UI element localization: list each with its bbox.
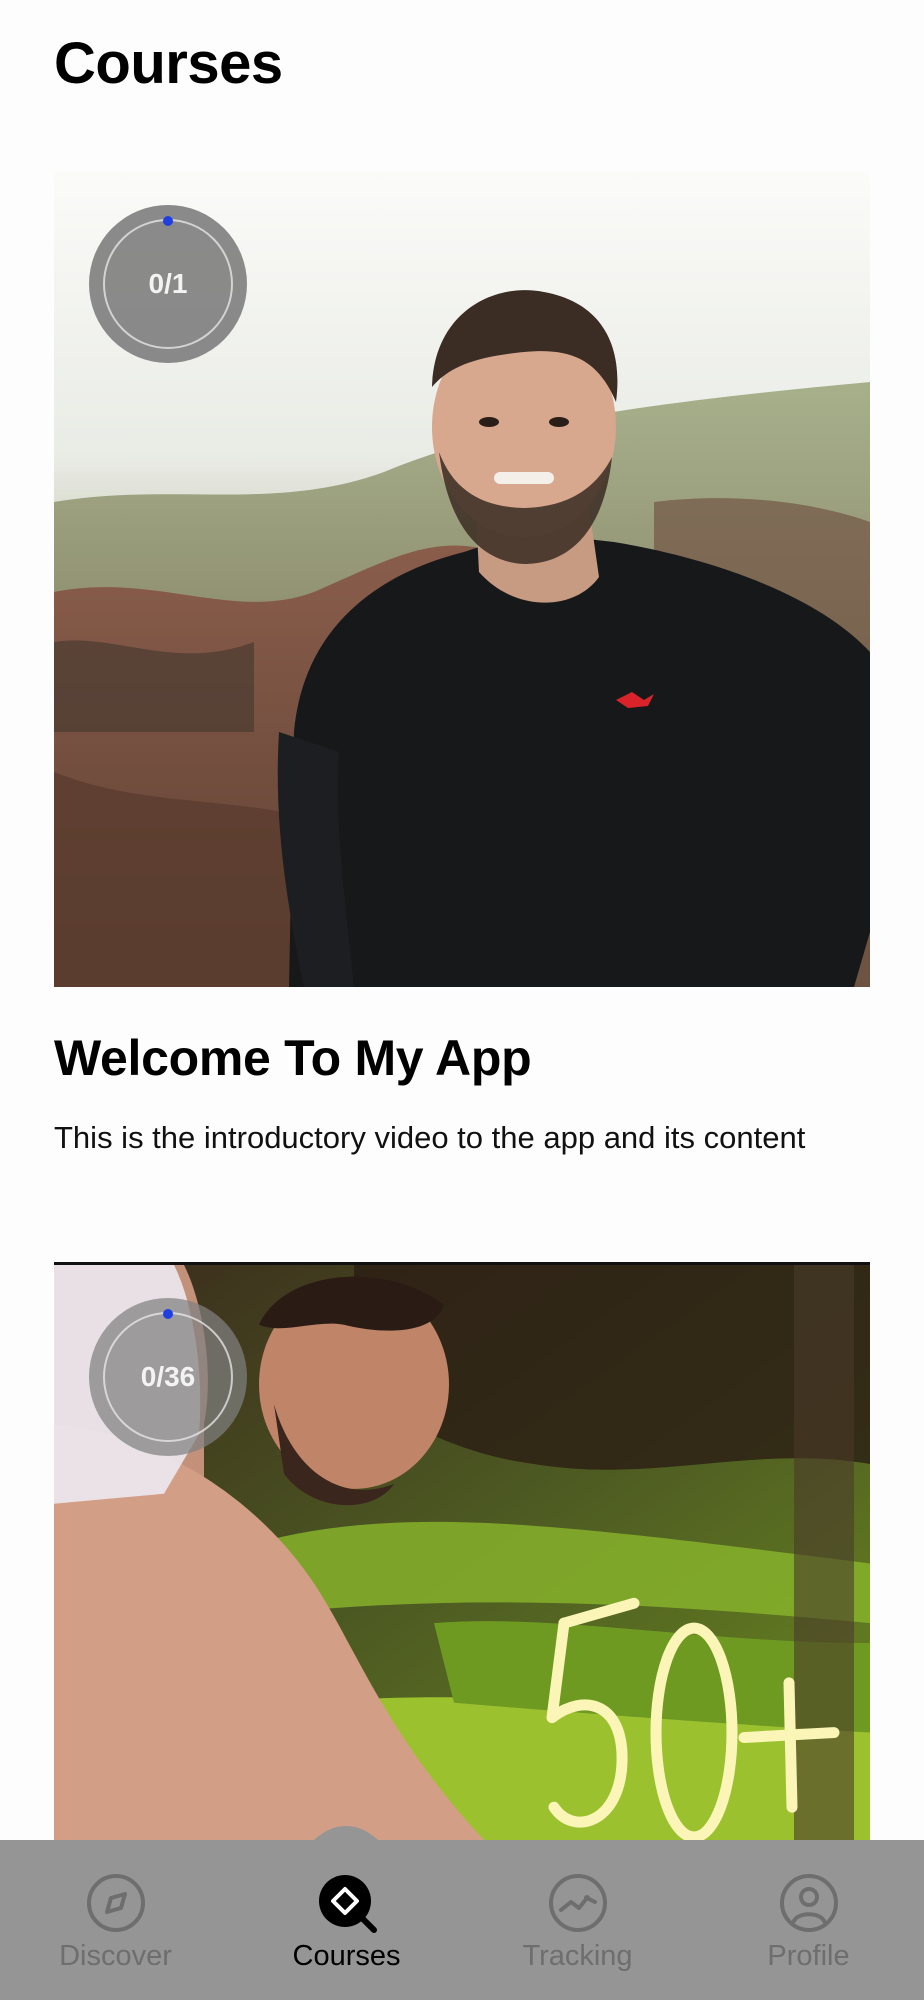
progress-label: 0/36 (140, 1361, 196, 1392)
course-card-second[interactable]: 0/36 (54, 1262, 870, 1840)
compass-icon (86, 1874, 145, 1932)
nav-item-profile[interactable]: Profile (693, 1840, 924, 2000)
course-title: Welcome To My App (54, 1030, 532, 1086)
course-card-welcome[interactable]: 0/1 Welcome To My App This is the introd… (54, 172, 870, 1162)
bottom-navigation: Discover Courses Tracking Profile (0, 1826, 924, 2000)
profile-icon (779, 1874, 838, 1932)
tracking-icon (548, 1874, 607, 1932)
page-title: Courses (54, 31, 283, 96)
progress-label: 0/1 (148, 268, 188, 299)
course-thumbnail[interactable]: 0/1 (54, 172, 870, 987)
course-progress-ring: 0/36 (89, 1298, 247, 1456)
nav-label-tracking: Tracking (522, 1940, 633, 1972)
nav-label-discover: Discover (59, 1940, 172, 1972)
course-description: This is the introductory video to the ap… (54, 1120, 806, 1155)
nav-item-discover[interactable]: Discover (0, 1840, 231, 2000)
nav-item-courses[interactable]: Courses (231, 1840, 462, 2000)
nav-label-courses: Courses (292, 1940, 401, 1972)
courses-icon (318, 1875, 377, 1933)
course-progress-ring: 0/1 (89, 205, 247, 363)
course-thumbnail[interactable]: 0/36 (54, 1262, 870, 1840)
nav-item-tracking[interactable]: Tracking (462, 1840, 693, 2000)
nav-label-profile: Profile (767, 1940, 850, 1972)
